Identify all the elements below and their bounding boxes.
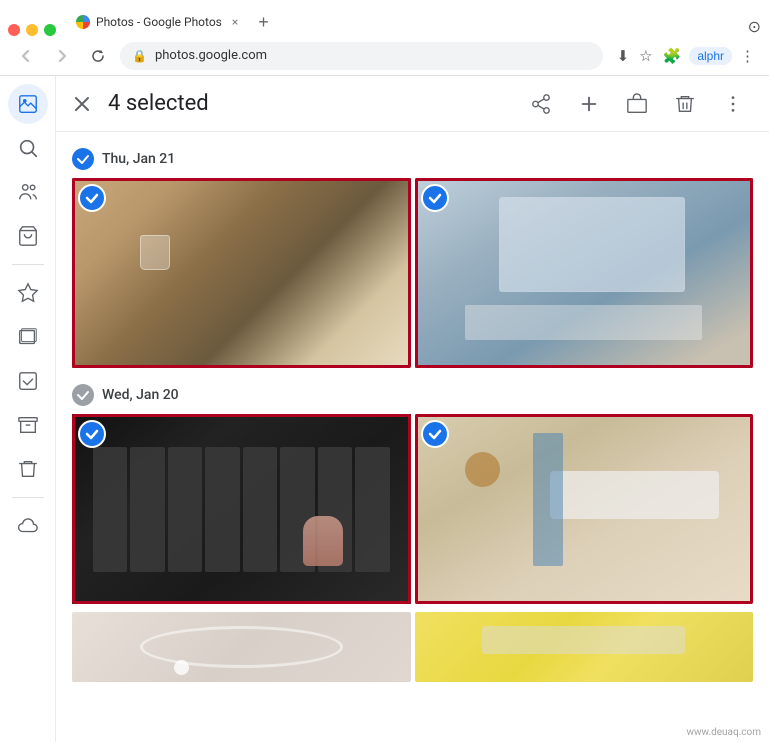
share-btn[interactable]	[521, 84, 561, 124]
back-btn[interactable]	[12, 42, 40, 70]
browser-chrome: Photos - Google Photos × + ⊙ 🔒 photos.go	[0, 0, 769, 76]
check-icon	[17, 370, 39, 392]
sidebar-item-cloud[interactable]	[8, 506, 48, 546]
archive-icon	[17, 414, 39, 436]
photo-4-image	[415, 414, 754, 604]
more-icon	[722, 93, 744, 115]
sidebar-divider-2	[12, 497, 44, 498]
address-bar[interactable]: 🔒 photos.google.com	[120, 42, 603, 70]
tab-title: Photos - Google Photos	[96, 15, 222, 29]
section1-date-label: Thu, Jan 21	[102, 151, 175, 167]
section2-photo-grid	[72, 414, 753, 604]
section3-photo-grid	[72, 612, 753, 682]
add-to-btn[interactable]	[569, 84, 609, 124]
date-header-2: Wed, Jan 20	[72, 376, 753, 414]
tab-favicon	[76, 15, 90, 29]
browser-corner-icon: ⊙	[748, 17, 761, 36]
refresh-icon	[90, 48, 106, 64]
photo-item-6[interactable]	[415, 612, 754, 682]
forward-btn[interactable]	[48, 42, 76, 70]
section1-checkbox[interactable]	[72, 148, 94, 170]
photo-5-image	[72, 612, 411, 682]
photos-icon	[17, 93, 39, 115]
selected-count-label: 4 selected	[108, 91, 521, 116]
close-traffic-light[interactable]	[8, 24, 20, 36]
tab-close-btn[interactable]: ×	[232, 15, 238, 29]
photo-item-5[interactable]	[72, 612, 411, 682]
menu-btn[interactable]: ⋮	[738, 45, 757, 67]
photo-item-4[interactable]	[415, 414, 754, 604]
back-icon	[18, 48, 34, 64]
close-icon	[72, 94, 92, 114]
bag-icon	[626, 93, 648, 115]
photo-item-2[interactable]	[415, 178, 754, 368]
sidebar-item-archive[interactable]	[8, 405, 48, 445]
minimize-traffic-light[interactable]	[26, 24, 38, 36]
photo-item-1[interactable]	[72, 178, 411, 368]
sidebar-item-favorites[interactable]	[8, 273, 48, 313]
search-icon	[17, 137, 39, 159]
photo-1-checkbox[interactable]	[78, 184, 106, 212]
section-partial	[72, 612, 753, 682]
nav-extra-icons: ⬇ ☆ 🧩 alphr ⋮	[615, 45, 757, 67]
share-icon	[530, 93, 552, 115]
section2-checkbox[interactable]	[72, 384, 94, 406]
photo-item-3[interactable]	[72, 414, 411, 604]
delete-icon	[674, 93, 696, 115]
albums-icon	[17, 326, 39, 348]
more-btn[interactable]	[713, 84, 753, 124]
fullscreen-traffic-light[interactable]	[44, 24, 56, 36]
photo-3-image	[72, 414, 411, 604]
photo-area: Thu, Jan 21	[56, 132, 769, 742]
section2-date-label: Wed, Jan 20	[102, 387, 179, 403]
bookmark-icon[interactable]: ☆	[637, 45, 654, 67]
section-thu-jan-21: Thu, Jan 21	[72, 140, 753, 368]
main-content: 4 selected	[56, 76, 769, 742]
photo-4-checkbox[interactable]	[421, 420, 449, 448]
sidebar-item-trash[interactable]	[8, 449, 48, 489]
photo-6-image	[415, 612, 754, 682]
photo-2-checkbox[interactable]	[421, 184, 449, 212]
url-display: photos.google.com	[155, 48, 267, 63]
download-page-icon[interactable]: ⬇	[615, 45, 632, 67]
trash-icon	[17, 458, 39, 480]
sidebar-item-search[interactable]	[8, 128, 48, 168]
date-header-1: Thu, Jan 21	[72, 140, 753, 178]
refresh-btn[interactable]	[84, 42, 112, 70]
sidebar-item-photos[interactable]	[8, 84, 48, 124]
star-icon	[17, 282, 39, 304]
delete-btn[interactable]	[665, 84, 705, 124]
active-tab[interactable]: Photos - Google Photos ×	[64, 8, 250, 36]
app-layout: 4 selected	[0, 76, 769, 742]
extensions-icon[interactable]: 🧩	[661, 45, 684, 67]
sidebar-divider-1	[12, 264, 44, 265]
photo-2-image	[415, 178, 754, 368]
sidebar-item-shop[interactable]	[8, 216, 48, 256]
top-bar: 4 selected	[56, 76, 769, 132]
lock-icon: 🔒	[132, 49, 147, 63]
photo-3-checkbox[interactable]	[78, 420, 106, 448]
new-tab-btn[interactable]: +	[254, 8, 273, 36]
sidebar-item-utilities[interactable]	[8, 361, 48, 401]
sidebar	[0, 76, 56, 742]
shop-icon	[17, 225, 39, 247]
top-actions	[521, 84, 753, 124]
sidebar-item-albums[interactable]	[8, 317, 48, 357]
forward-icon	[54, 48, 70, 64]
watermark: www.deuaq.com	[687, 727, 762, 738]
add-icon	[578, 93, 600, 115]
nav-bar: 🔒 photos.google.com ⬇ ☆ 🧩 alphr ⋮	[0, 36, 769, 76]
deselect-btn[interactable]	[72, 94, 92, 114]
sidebar-item-sharing[interactable]	[8, 172, 48, 212]
photo-1-image	[72, 178, 411, 368]
section1-photo-grid	[72, 178, 753, 368]
people-icon	[17, 181, 39, 203]
cloud-icon	[17, 515, 39, 537]
section-wed-jan-20: Wed, Jan 20	[72, 376, 753, 604]
archive-btn[interactable]	[617, 84, 657, 124]
tab-bar: Photos - Google Photos × + ⊙	[0, 0, 769, 36]
profile-btn[interactable]: alphr	[689, 47, 732, 65]
